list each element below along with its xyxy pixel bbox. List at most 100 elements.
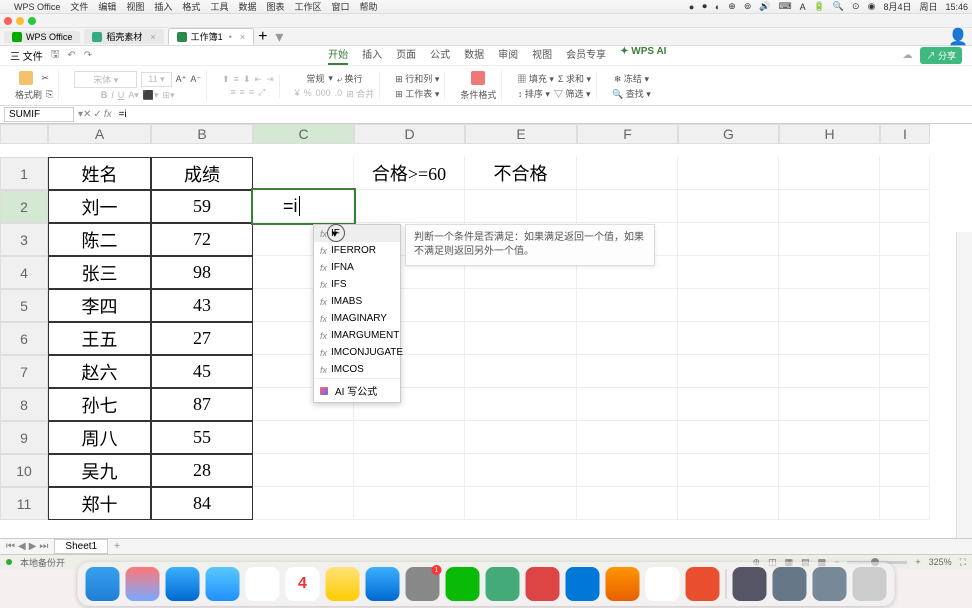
cell-A1[interactable]: 姓名 — [48, 157, 151, 190]
wechat-icon[interactable] — [446, 567, 480, 601]
cloud-icon[interactable]: ☁ — [902, 50, 912, 61]
border-button[interactable]: ⊞▾ — [163, 90, 175, 101]
app2-icon[interactable] — [526, 567, 560, 601]
cell-H7[interactable] — [779, 355, 880, 388]
chrome-icon[interactable] — [646, 567, 680, 601]
zoom-value[interactable]: 325% — [929, 557, 952, 567]
cell-E10[interactable] — [465, 454, 577, 487]
tab-wpsai[interactable]: ✦ WPS AI — [620, 46, 666, 65]
worksheet-button[interactable]: ⊞ 工作表 ▾ — [395, 87, 439, 100]
cell-H9[interactable] — [779, 421, 880, 454]
wifi-icon[interactable]: ⊚ — [744, 1, 752, 12]
autocomplete-item[interactable]: fxIMARGUMENT — [314, 327, 400, 344]
cell-I8[interactable] — [880, 388, 930, 421]
cell-D10[interactable] — [354, 454, 465, 487]
cell-I5[interactable] — [880, 289, 930, 322]
fx-button[interactable]: fx — [104, 109, 112, 120]
row-header-3[interactable]: 3 — [0, 223, 48, 256]
undo-icon[interactable]: ↶ — [67, 50, 75, 61]
cell-I3[interactable] — [880, 223, 930, 256]
fill-color-button[interactable]: ⬛▾ — [143, 90, 159, 101]
menu-insert[interactable]: 插入 — [154, 0, 172, 13]
maximize-window-button[interactable] — [28, 17, 36, 25]
paste-button[interactable] — [17, 70, 35, 86]
menu-workspace[interactable]: 工作区 — [294, 0, 321, 13]
cond-format-button[interactable] — [469, 70, 487, 86]
increase-font-button[interactable]: A⁺ — [176, 74, 187, 85]
cell-F7[interactable] — [577, 355, 678, 388]
mail-icon[interactable] — [206, 567, 240, 601]
app5-icon[interactable] — [813, 567, 847, 601]
indent-inc-button[interactable]: ⇥ — [266, 74, 274, 85]
menu-data[interactable]: 数据 — [238, 0, 256, 13]
cell-A11[interactable]: 郑十 — [48, 487, 151, 520]
cell-I6[interactable] — [880, 322, 930, 355]
battery-icon[interactable]: 🔋 — [814, 1, 825, 12]
cell-I7[interactable] — [880, 355, 930, 388]
function-autocomplete[interactable]: fxIF fxIFERROR fxIFNA fxIFS fxIMABS fxIM… — [313, 224, 401, 403]
row-header-10[interactable]: 10 — [0, 454, 48, 487]
cell-B6[interactable]: 27 — [151, 322, 253, 355]
cell-C11[interactable] — [253, 487, 354, 520]
row-header-9[interactable]: 9 — [0, 421, 48, 454]
cell-B10[interactable]: 28 — [151, 454, 253, 487]
menu-window[interactable]: 窗口 — [332, 0, 350, 13]
cell-A10[interactable]: 吴九 — [48, 454, 151, 487]
cell-H11[interactable] — [779, 487, 880, 520]
align-right-button[interactable]: ≡ — [249, 87, 254, 97]
backup-status[interactable]: 本地备份开 — [20, 556, 65, 569]
photos-icon[interactable] — [246, 567, 280, 601]
sort-button[interactable]: ↕ 排序 ▾ — [518, 87, 550, 100]
volume-icon[interactable]: 🔊 — [759, 1, 770, 12]
font-color-button[interactable]: A▾ — [128, 90, 139, 101]
tab-home[interactable]: 开始 — [328, 46, 348, 65]
align-center-button[interactable]: ≡ — [240, 87, 245, 97]
cell-A9[interactable]: 周八 — [48, 421, 151, 454]
cell-E11[interactable] — [465, 487, 577, 520]
cell-I1[interactable] — [880, 157, 930, 190]
col-header-F[interactable]: F — [577, 124, 678, 144]
tab-menu-icon[interactable]: ▾ — [275, 27, 283, 47]
wps-icon[interactable] — [686, 567, 720, 601]
italic-button[interactable]: I — [111, 90, 114, 100]
tab-view[interactable]: 视图 — [532, 46, 552, 65]
row-header-7[interactable]: 7 — [0, 355, 48, 388]
doctab-template[interactable]: 稻壳素材× — [84, 29, 163, 44]
app1-icon[interactable] — [486, 567, 520, 601]
close-window-button[interactable] — [4, 17, 12, 25]
cell-E6[interactable] — [465, 322, 577, 355]
wrap-button[interactable]: ⤶ 换行 — [337, 72, 363, 85]
cell-H1[interactable] — [779, 157, 880, 190]
cell-I2[interactable] — [880, 190, 930, 223]
menu-format[interactable]: 格式 — [182, 0, 200, 13]
indent-dec-button[interactable]: ⇤ — [255, 74, 263, 85]
share-button[interactable]: ↗ 分享 — [920, 47, 962, 64]
add-sheet-button[interactable]: + — [114, 541, 120, 552]
align-bot-button[interactable]: ⬇ — [243, 74, 251, 85]
cell-E7[interactable] — [465, 355, 577, 388]
font-select[interactable]: 宋体 ▾ — [74, 71, 137, 88]
appstore-icon[interactable] — [366, 567, 400, 601]
doctab-workbook[interactable]: 工作簿1•× — [168, 28, 254, 45]
cell-G10[interactable] — [678, 454, 779, 487]
close-icon[interactable]: × — [240, 32, 245, 42]
font-size[interactable]: 11 ▾ — [141, 72, 171, 87]
cell-B2[interactable]: 59 — [151, 190, 253, 223]
sum-button[interactable]: Σ 求和 ▾ — [558, 72, 591, 85]
rowcol-button[interactable]: ⊞ 行和列 ▾ — [395, 72, 439, 85]
close-icon[interactable]: × — [150, 32, 155, 42]
cut-button[interactable]: ✂ — [39, 72, 51, 85]
menu-file[interactable]: 文件 — [70, 0, 88, 13]
right-sidebar[interactable] — [956, 232, 972, 538]
cell-F6[interactable] — [577, 322, 678, 355]
row-header-5[interactable]: 5 — [0, 289, 48, 322]
row-header-2[interactable]: 2 — [0, 190, 48, 223]
trash-icon[interactable] — [853, 567, 887, 601]
cell-G7[interactable] — [678, 355, 779, 388]
menubar-date[interactable]: 8月4日 — [883, 0, 911, 13]
cell-C2[interactable]: =i — [253, 190, 354, 223]
cell-I10[interactable] — [880, 454, 930, 487]
cell-G2[interactable] — [678, 190, 779, 223]
col-header-C[interactable]: C — [253, 124, 354, 144]
cell-H6[interactable] — [779, 322, 880, 355]
